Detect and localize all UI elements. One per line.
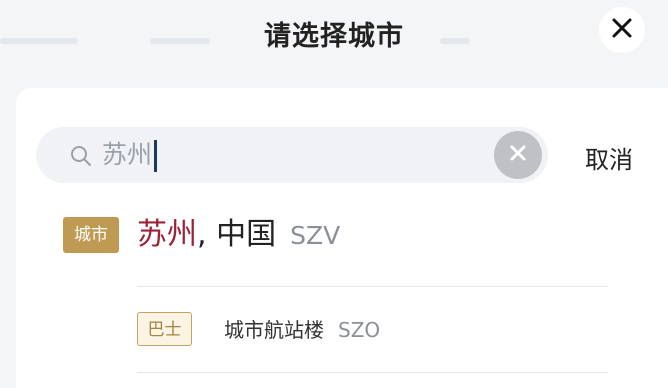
matched-text: 苏州 (137, 217, 197, 252)
cancel-button[interactable]: 取消 (585, 140, 633, 175)
result-country: , 中国 (197, 217, 277, 252)
divider (137, 286, 608, 287)
text-cursor (154, 140, 157, 172)
page-title: 请选择城市 (264, 21, 404, 52)
close-button[interactable] (599, 7, 645, 53)
clear-search-button[interactable] (494, 131, 542, 179)
bus-type-badge: 巴士 (137, 312, 192, 346)
city-result-item[interactable]: 苏州, 中国 SZV (137, 215, 340, 256)
city-type-badge: 城市 (63, 217, 119, 253)
station-code: SZO (338, 318, 381, 342)
clear-icon (509, 144, 527, 166)
search-input[interactable]: 苏州 (102, 139, 152, 171)
station-result-item[interactable]: 城市航站楼 SZO (224, 315, 380, 345)
station-name: 城市航站楼 (224, 318, 324, 342)
search-icon (70, 145, 92, 171)
close-icon (611, 17, 633, 43)
airport-code: SZV (290, 221, 341, 250)
